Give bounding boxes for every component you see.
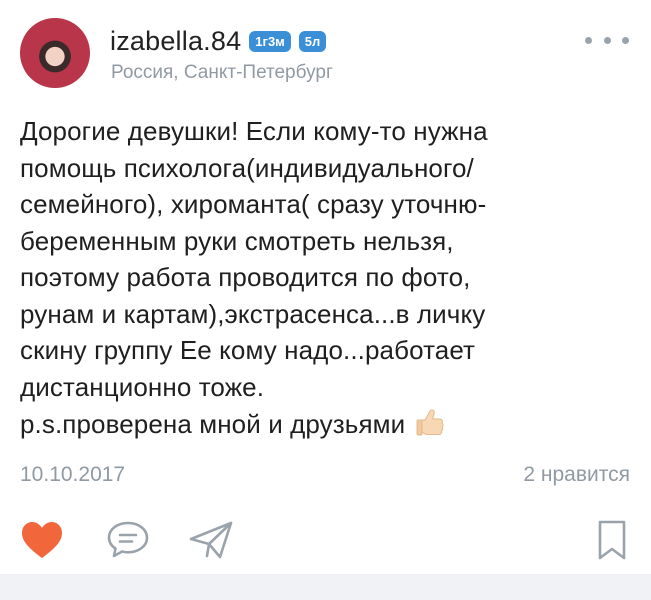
likes-count[interactable]: 2 нравится	[523, 463, 630, 487]
share-button[interactable]	[186, 520, 236, 560]
location: Россия, Санкт-Петербург	[111, 62, 333, 83]
bookmark-button[interactable]	[592, 518, 632, 562]
like-button[interactable]	[18, 520, 66, 560]
send-icon	[189, 521, 233, 559]
thumbs-up-icon	[411, 405, 445, 449]
badge-child-age: 5л	[298, 30, 327, 52]
post-text: Дорогие девушки! Если кому-то нужна помо…	[20, 116, 488, 439]
more-dots-icon[interactable]	[585, 33, 629, 47]
badge-age: 1г3м	[249, 30, 291, 52]
username[interactable]: izabella.84	[110, 26, 241, 57]
feed-separator	[0, 574, 651, 600]
post-body: Дорогие девушки! Если кому-то нужна помо…	[20, 113, 638, 449]
comment-icon	[107, 521, 149, 558]
comment-button[interactable]	[104, 520, 152, 560]
heart-icon	[22, 522, 62, 558]
action-bar	[0, 512, 651, 568]
post-card: izabella.84 1г3м 5л Россия, Санкт-Петерб…	[0, 0, 651, 572]
author-header: izabella.84 1г3м 5л	[110, 26, 327, 57]
bookmark-icon	[598, 520, 626, 560]
avatar[interactable]	[20, 18, 90, 88]
post-date: 10.10.2017	[20, 463, 126, 486]
